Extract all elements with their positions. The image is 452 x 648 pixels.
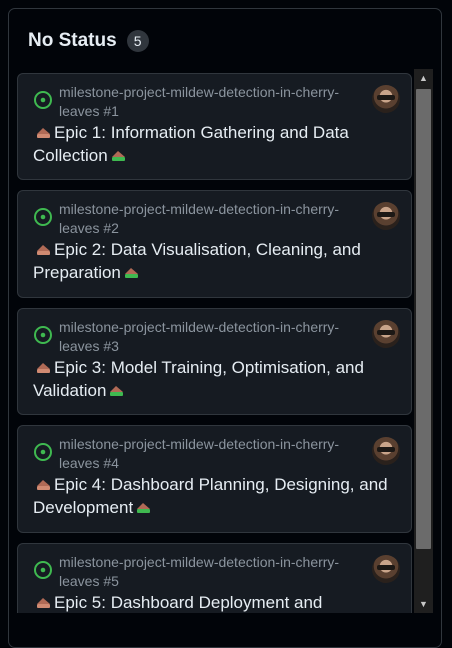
cake-emoji-icon [111, 151, 125, 161]
vertical-scrollbar[interactable]: ▲ ▼ [414, 69, 433, 613]
cake-emoji-icon [37, 128, 50, 138]
issue-title-text: Epic 2: Data Visualisation, Cleaning, an… [33, 240, 361, 282]
repository-link[interactable]: milestone-project-mildew-detection-in-ch… [59, 553, 349, 591]
assignee-avatar[interactable] [372, 202, 400, 230]
issue-title[interactable]: Epic 5: Dashboard Deployment and [33, 591, 388, 613]
issue-title-text: Epic 3: Model Training, Optimisation, an… [33, 358, 364, 400]
issue-opened-icon [34, 561, 52, 579]
issue-title-text: Epic 5: Dashboard Deployment and [54, 593, 323, 612]
issue-title-text: Epic 1: Information Gathering and Data C… [33, 123, 349, 165]
repository-link[interactable]: milestone-project-mildew-detection-in-ch… [59, 435, 349, 473]
issue-title-text: Epic 4: Dashboard Planning, Designing, a… [33, 475, 388, 517]
assignee-avatar[interactable] [372, 85, 400, 113]
issue-title[interactable]: Epic 1: Information Gathering and Data C… [33, 121, 388, 167]
scroll-down-arrow-icon[interactable]: ▼ [414, 595, 433, 613]
issue-title[interactable]: Epic 3: Model Training, Optimisation, an… [33, 356, 388, 402]
issue-opened-icon [34, 326, 52, 344]
scrollbar-thumb[interactable] [416, 89, 431, 549]
issue-card[interactable]: milestone-project-mildew-detection-in-ch… [17, 425, 412, 533]
cake-emoji-icon [37, 245, 50, 255]
assignee-avatar[interactable] [372, 437, 400, 465]
cake-emoji-icon [37, 480, 50, 490]
column-title: No Status [28, 30, 117, 51]
issue-opened-icon [34, 91, 52, 109]
issue-title[interactable]: Epic 4: Dashboard Planning, Designing, a… [33, 473, 388, 519]
column-header: No Status 5 [28, 27, 149, 55]
cake-emoji-icon [37, 598, 50, 608]
issue-opened-icon [34, 443, 52, 461]
repository-link[interactable]: milestone-project-mildew-detection-in-ch… [59, 318, 349, 356]
issue-card[interactable]: milestone-project-mildew-detection-in-ch… [17, 73, 412, 180]
issue-opened-icon [34, 208, 52, 226]
assignee-avatar[interactable] [372, 555, 400, 583]
item-count-badge: 5 [126, 30, 149, 52]
cake-emoji-icon [110, 386, 124, 396]
cake-emoji-icon [137, 503, 151, 513]
cake-emoji-icon [124, 268, 138, 278]
issue-card[interactable]: milestone-project-mildew-detection-in-ch… [17, 190, 412, 298]
card-list: milestone-project-mildew-detection-in-ch… [17, 73, 413, 613]
scroll-up-arrow-icon[interactable]: ▲ [414, 69, 433, 87]
issue-card[interactable]: milestone-project-mildew-detection-in-ch… [17, 308, 412, 415]
repository-link[interactable]: milestone-project-mildew-detection-in-ch… [59, 200, 349, 238]
issue-card[interactable]: milestone-project-mildew-detection-in-ch… [17, 543, 412, 613]
issue-title[interactable]: Epic 2: Data Visualisation, Cleaning, an… [33, 238, 388, 284]
assignee-avatar[interactable] [372, 320, 400, 348]
board-column-no-status: No Status 5 milestone-project-mildew-det… [8, 8, 442, 648]
cake-emoji-icon [37, 363, 50, 373]
repository-link[interactable]: milestone-project-mildew-detection-in-ch… [59, 83, 349, 121]
